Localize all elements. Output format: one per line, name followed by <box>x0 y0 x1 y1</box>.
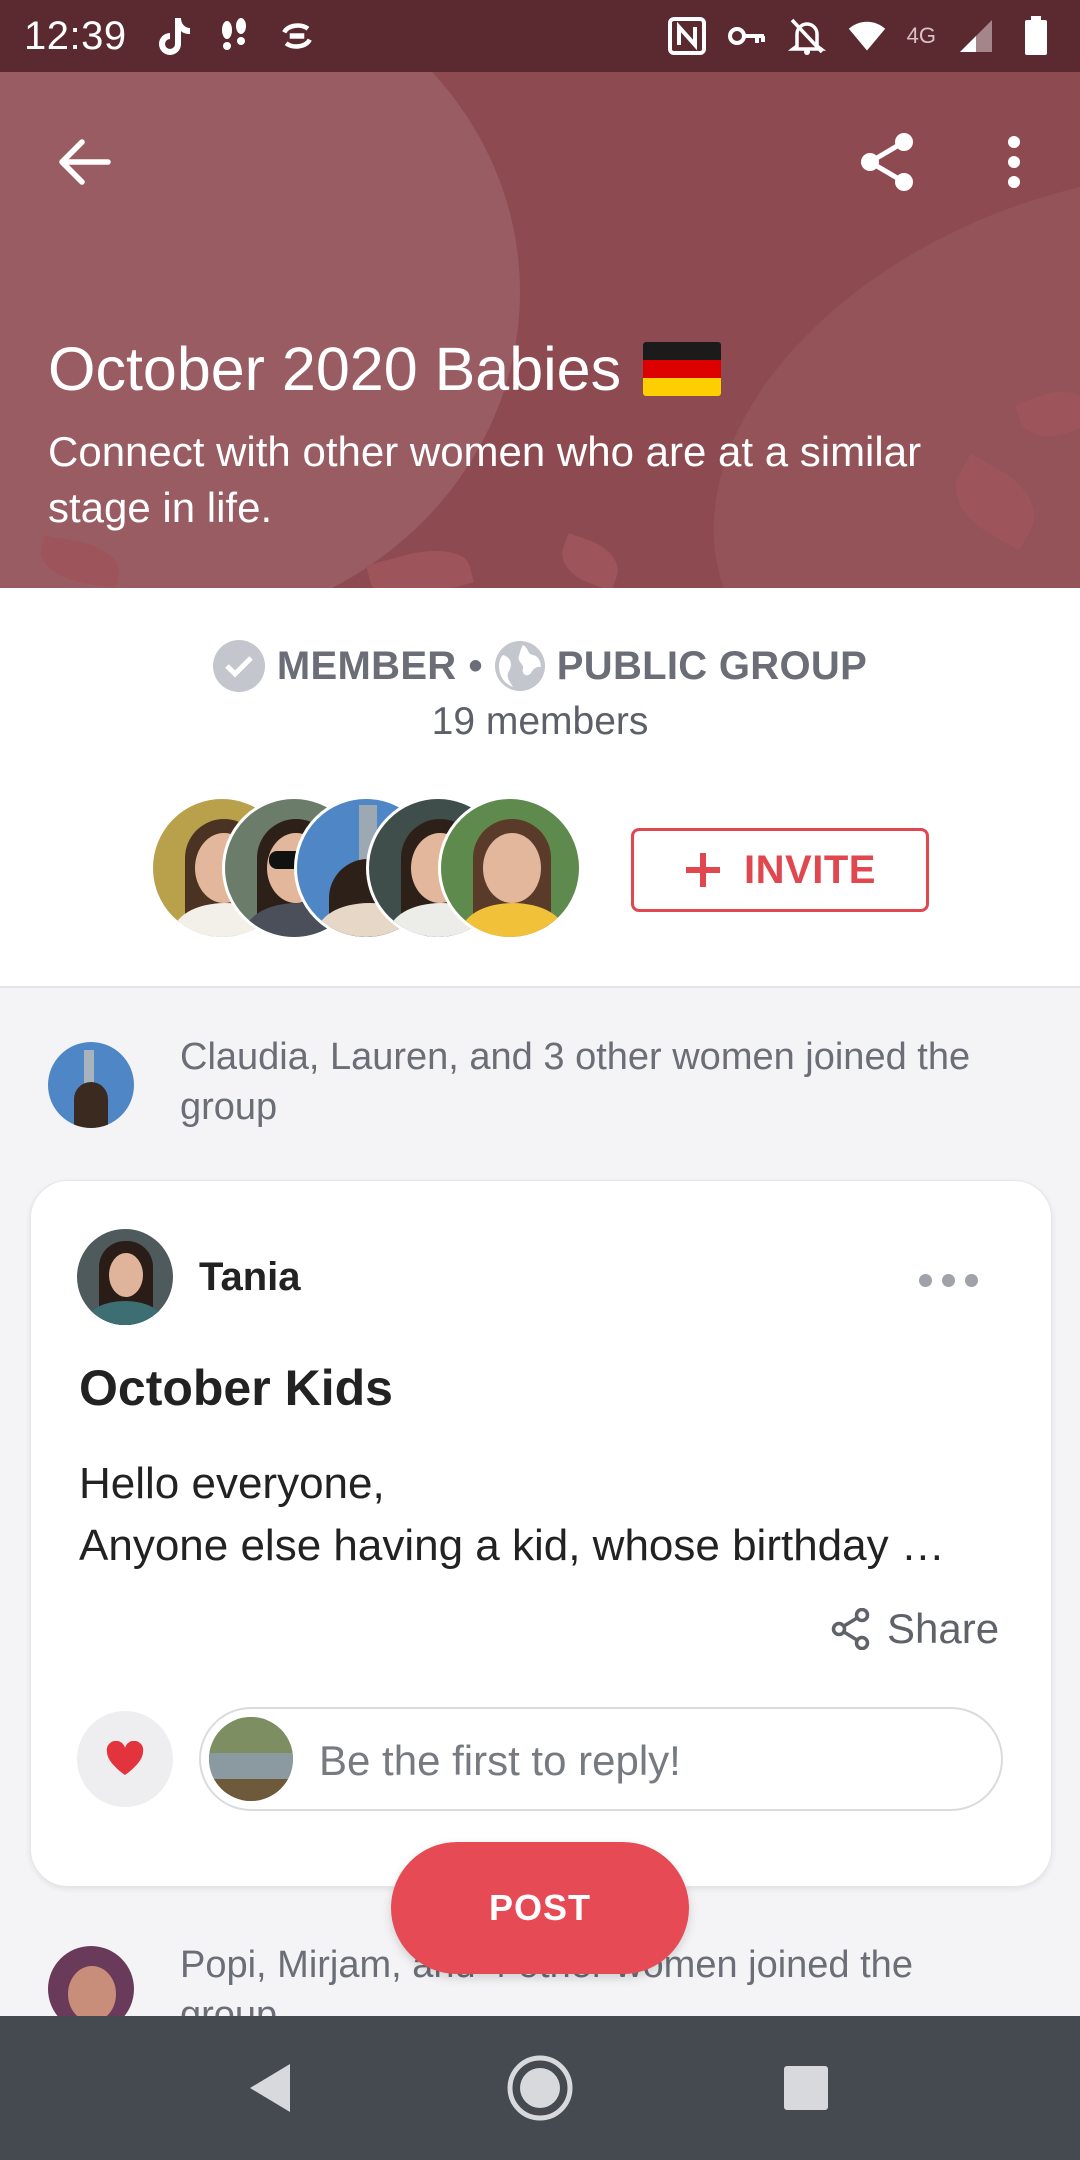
post-button[interactable]: POST <box>391 1842 689 1974</box>
nav-home-button[interactable] <box>506 2054 574 2122</box>
post-card[interactable]: Tania October Kids Hello everyone, Anyon… <box>30 1180 1052 1887</box>
avatar <box>48 1042 134 1128</box>
vpn-key-icon <box>727 16 767 56</box>
group-title-text: October 2020 Babies <box>48 335 622 403</box>
home-icon <box>507 2055 573 2121</box>
cellular-signal-icon <box>956 16 996 56</box>
globe-icon <box>494 641 545 691</box>
nav-back-button[interactable] <box>236 2054 304 2122</box>
germany-flag-icon <box>643 342 722 396</box>
group-description: Connect with other women who are at a si… <box>48 428 922 531</box>
member-avatars[interactable] <box>150 796 590 942</box>
nav-recents-button[interactable] <box>772 2054 840 2122</box>
navigation-bar <box>0 2016 1080 2160</box>
recents-icon <box>784 2066 828 2110</box>
avatar <box>48 1946 134 2016</box>
battery-icon <box>1016 16 1056 56</box>
separator-dot: • <box>468 643 483 688</box>
post-share-button[interactable]: Share <box>831 1605 999 1653</box>
reply-placeholder: Be the first to reply! <box>319 1737 681 1784</box>
network-type-label: 4G <box>906 23 936 48</box>
arrow-back-icon <box>59 139 111 185</box>
check-circle-icon <box>212 640 265 692</box>
post-title[interactable]: October Kids <box>79 1359 393 1417</box>
steps-icon <box>215 16 255 56</box>
share-button[interactable] <box>848 122 928 202</box>
invite-button[interactable]: INVITE <box>631 828 929 912</box>
status-right-icons: 4G <box>667 16 1056 56</box>
post-body[interactable]: Hello everyone, Anyone else having a kid… <box>79 1453 1029 1577</box>
dot <box>965 1273 978 1287</box>
back-icon <box>250 2064 290 2112</box>
share-label: Share <box>887 1605 1000 1652</box>
join-activity-text: Claudia, Lauren, and 3 other women joine… <box>180 1036 971 1128</box>
plus-icon <box>686 853 721 887</box>
member-count[interactable]: 19 members <box>0 700 1080 744</box>
more-options-button[interactable] <box>974 122 1054 202</box>
tiktok-icon <box>153 16 193 56</box>
group-header: October 2020 Babies Connect with other w… <box>0 72 1080 588</box>
share-icon <box>861 133 913 191</box>
avatar[interactable] <box>77 1229 173 1325</box>
heart-icon <box>106 1741 144 1775</box>
share-icon <box>831 1608 870 1650</box>
more-horiz-icon <box>919 1273 932 1287</box>
post-body-line: Hello everyone, <box>79 1459 385 1508</box>
more-vert-icon <box>1008 136 1020 188</box>
group-title: October 2020 Babies <box>48 334 722 404</box>
join-activity-item[interactable]: Claudia, Lauren, and 3 other women joine… <box>0 1032 1080 1152</box>
leaf-decoration <box>554 532 626 588</box>
status-left-icons <box>153 16 317 56</box>
notifications-off-icon <box>787 16 827 56</box>
avatar[interactable] <box>438 796 582 940</box>
membership-label: MEMBER <box>276 643 457 688</box>
avatar <box>209 1717 293 1801</box>
group-info-section: MEMBER • PUBLIC GROUP 19 members INVITE <box>0 588 1080 988</box>
membership-status: MEMBER • PUBLIC GROUP <box>0 640 1080 692</box>
visibility-label: PUBLIC GROUP <box>556 643 868 688</box>
post-author[interactable]: Tania <box>199 1255 301 1300</box>
status-bar: 12:39 4G <box>0 0 1080 72</box>
status-time: 12:39 <box>24 13 127 58</box>
reply-input[interactable]: Be the first to reply! <box>199 1707 1003 1811</box>
sync-icon <box>277 16 317 56</box>
invite-label: INVITE <box>744 847 876 892</box>
back-button[interactable] <box>44 122 124 202</box>
nfc-icon <box>667 16 707 56</box>
post-more-options-button[interactable] <box>919 1265 999 1295</box>
dot <box>942 1273 955 1287</box>
post-body-line: Anyone else having a kid, whose birthday… <box>79 1521 945 1570</box>
like-button[interactable] <box>77 1711 173 1807</box>
wifi-icon <box>847 16 887 56</box>
